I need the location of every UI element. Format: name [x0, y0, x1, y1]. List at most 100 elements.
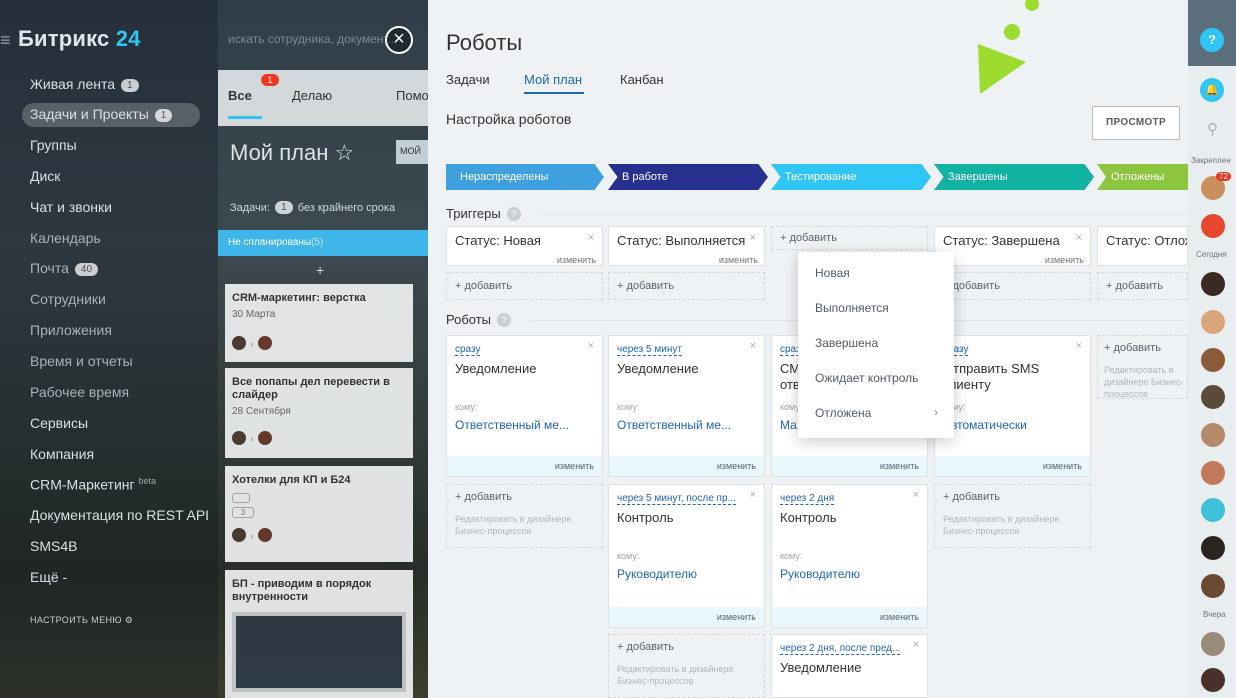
- add-task-icon[interactable]: +: [316, 262, 324, 278]
- robot-card[interactable]: через 2 дня × Контроль кому: Руководителю…: [771, 484, 928, 628]
- trigger-card[interactable]: Статус: Выполняется × изменить: [608, 226, 765, 266]
- nav-item-apps[interactable]: Приложения: [30, 322, 112, 338]
- task-card[interactable]: CRM-маркетинг: верстка 30 Марта ›: [225, 284, 413, 362]
- dropdown-item-deferred[interactable]: Отложена: [815, 406, 871, 420]
- edit-link[interactable]: изменить: [1045, 255, 1084, 265]
- edit-link[interactable]: изменить: [935, 456, 1090, 476]
- tab-kanban[interactable]: Канбан: [620, 72, 664, 87]
- avatar[interactable]: [1201, 385, 1225, 409]
- close-icon[interactable]: ×: [750, 232, 756, 244]
- configure-menu-link[interactable]: НАСТРОИТЬ МЕНЮ ⚙: [30, 615, 133, 626]
- stage-testing[interactable]: Тестирование: [771, 164, 931, 190]
- stage-completed[interactable]: Завершены: [934, 164, 1094, 190]
- close-icon[interactable]: ×: [913, 489, 919, 501]
- nav-item-chat[interactable]: Чат и звонки: [30, 199, 112, 215]
- add-trigger[interactable]: + добавить: [446, 272, 603, 300]
- edit-link[interactable]: изменить: [719, 255, 758, 265]
- stage-unassigned[interactable]: Нераспределены: [446, 164, 604, 190]
- stage-in-progress[interactable]: В работе: [608, 164, 768, 190]
- tab-doing[interactable]: Делаю: [292, 88, 332, 103]
- robot-card[interactable]: сразу × Уведомление кому: Ответственный м…: [446, 335, 603, 477]
- tab-tasks[interactable]: Задачи: [446, 72, 490, 87]
- nav-item-crm-marketing[interactable]: CRM-Маркетинг beta: [30, 476, 156, 493]
- nav-item-more[interactable]: Ещё -: [30, 569, 67, 585]
- robot-card[interactable]: через 5 минут × Уведомление кому: Ответст…: [608, 335, 765, 477]
- edit-link[interactable]: изменить: [609, 607, 764, 627]
- trigger-card[interactable]: Статус: Новая × изменить: [446, 226, 603, 266]
- menu-icon[interactable]: ≡: [0, 30, 11, 51]
- nav-item-time-reports[interactable]: Время и отчеты: [30, 353, 133, 369]
- robot-card[interactable]: сразу × Отправить SMS клиенту кому: Автом…: [934, 335, 1091, 477]
- avatar[interactable]: [1201, 423, 1225, 447]
- nav-item-employees[interactable]: Сотрудники: [30, 291, 106, 307]
- nav-item-live-feed[interactable]: Живая лента 1: [30, 76, 139, 92]
- preview-button[interactable]: ПРОСМОТР: [1092, 106, 1180, 140]
- close-icon[interactable]: ×: [750, 489, 756, 501]
- close-icon[interactable]: ×: [913, 639, 919, 651]
- logo[interactable]: Битрикс 24: [18, 26, 141, 52]
- avatar[interactable]: [1201, 348, 1225, 372]
- close-icon[interactable]: ×: [750, 340, 756, 352]
- trigger-card[interactable]: Статус: Отложена: [1097, 226, 1188, 266]
- dropdown-item-completed[interactable]: Завершена: [815, 336, 878, 350]
- tab-helping[interactable]: Помогаю: [396, 88, 428, 103]
- nav-item-services[interactable]: Сервисы: [30, 415, 88, 431]
- edit-link[interactable]: изменить: [772, 607, 927, 627]
- my-button[interactable]: МОЙ: [396, 140, 428, 164]
- dropdown-item-new[interactable]: Новая: [815, 266, 850, 280]
- avatar[interactable]: [1201, 632, 1225, 656]
- tab-all[interactable]: Все: [228, 88, 252, 103]
- add-robot[interactable]: + добавить Редактировать в дизайнере Биз…: [1097, 335, 1188, 399]
- avatar[interactable]: [1201, 310, 1225, 334]
- add-trigger[interactable]: + добавить: [1097, 272, 1188, 300]
- close-icon[interactable]: ×: [588, 340, 594, 352]
- robot-card[interactable]: через 5 минут, после пр... × Контроль ком…: [608, 484, 765, 628]
- close-icon[interactable]: ×: [1076, 340, 1082, 352]
- avatar[interactable]: [1201, 668, 1225, 692]
- nav-item-work-time[interactable]: Рабочее время: [30, 384, 129, 400]
- decor-shape: [978, 0, 1039, 94]
- edit-link[interactable]: изменить: [772, 456, 927, 476]
- help-icon[interactable]: ?: [506, 207, 521, 221]
- avatar[interactable]: [1201, 214, 1225, 238]
- add-trigger-active[interactable]: + добавить: [771, 226, 928, 250]
- avatar[interactable]: [1201, 536, 1225, 560]
- add-robot[interactable]: + добавить Редактировать в дизайнере Биз…: [446, 484, 603, 548]
- trigger-card[interactable]: Статус: Завершена × изменить: [934, 226, 1091, 266]
- nav-item-company[interactable]: Компания: [30, 446, 94, 462]
- nav-item-disk[interactable]: Диск: [30, 168, 60, 184]
- avatar[interactable]: [1201, 498, 1225, 522]
- task-card[interactable]: Хотелки для КП и Б24 3 ›: [225, 466, 413, 562]
- stage-deferred[interactable]: Отложены: [1097, 164, 1188, 190]
- task-card[interactable]: Все попапы дел перевести в слайдер 28 Се…: [225, 368, 413, 458]
- search-icon[interactable]: ⚲: [1207, 120, 1218, 138]
- edit-link[interactable]: изменить: [557, 255, 596, 265]
- nav-item-sms4b[interactable]: SMS4B: [30, 538, 77, 554]
- nav-item-calendar[interactable]: Календарь: [30, 230, 101, 246]
- tab-my-plan[interactable]: Мой план: [524, 72, 582, 87]
- task-card[interactable]: БП - приводим в порядок внутренности: [225, 570, 413, 698]
- nav-item-tasks[interactable]: Задачи и Проекты 1: [30, 106, 173, 122]
- robot-card[interactable]: через 2 дня, после пред... × Уведомление: [771, 634, 928, 698]
- add-trigger[interactable]: + добавить: [934, 272, 1091, 300]
- column-unplanned[interactable]: Не спланированы(5): [218, 230, 428, 256]
- dropdown-item-awaiting-control[interactable]: Ожидает контроль: [815, 371, 918, 385]
- add-robot[interactable]: + добавить Редактировать в дизайнере Биз…: [934, 484, 1091, 548]
- close-icon[interactable]: ×: [588, 232, 594, 244]
- avatar[interactable]: [1201, 574, 1225, 598]
- avatar[interactable]: [1201, 461, 1225, 485]
- avatar[interactable]: [1201, 272, 1225, 296]
- nav-item-groups[interactable]: Группы: [30, 137, 77, 153]
- add-robot[interactable]: + добавить Редактировать в дизайнере Биз…: [608, 634, 765, 698]
- help-button[interactable]: ?: [1200, 28, 1224, 52]
- nav-item-rest-docs[interactable]: Документация по REST API: [30, 507, 209, 523]
- close-slider-button[interactable]: ×: [385, 26, 413, 54]
- nav-item-mail[interactable]: Почта 40: [30, 260, 99, 276]
- help-icon[interactable]: ?: [497, 313, 512, 327]
- dropdown-item-in-progress[interactable]: Выполняется: [815, 301, 889, 315]
- edit-link[interactable]: изменить: [609, 456, 764, 476]
- close-icon[interactable]: ×: [1076, 232, 1082, 244]
- edit-link[interactable]: изменить: [447, 456, 602, 476]
- add-trigger[interactable]: + добавить: [608, 272, 765, 300]
- bell-icon[interactable]: 🔔: [1200, 78, 1224, 102]
